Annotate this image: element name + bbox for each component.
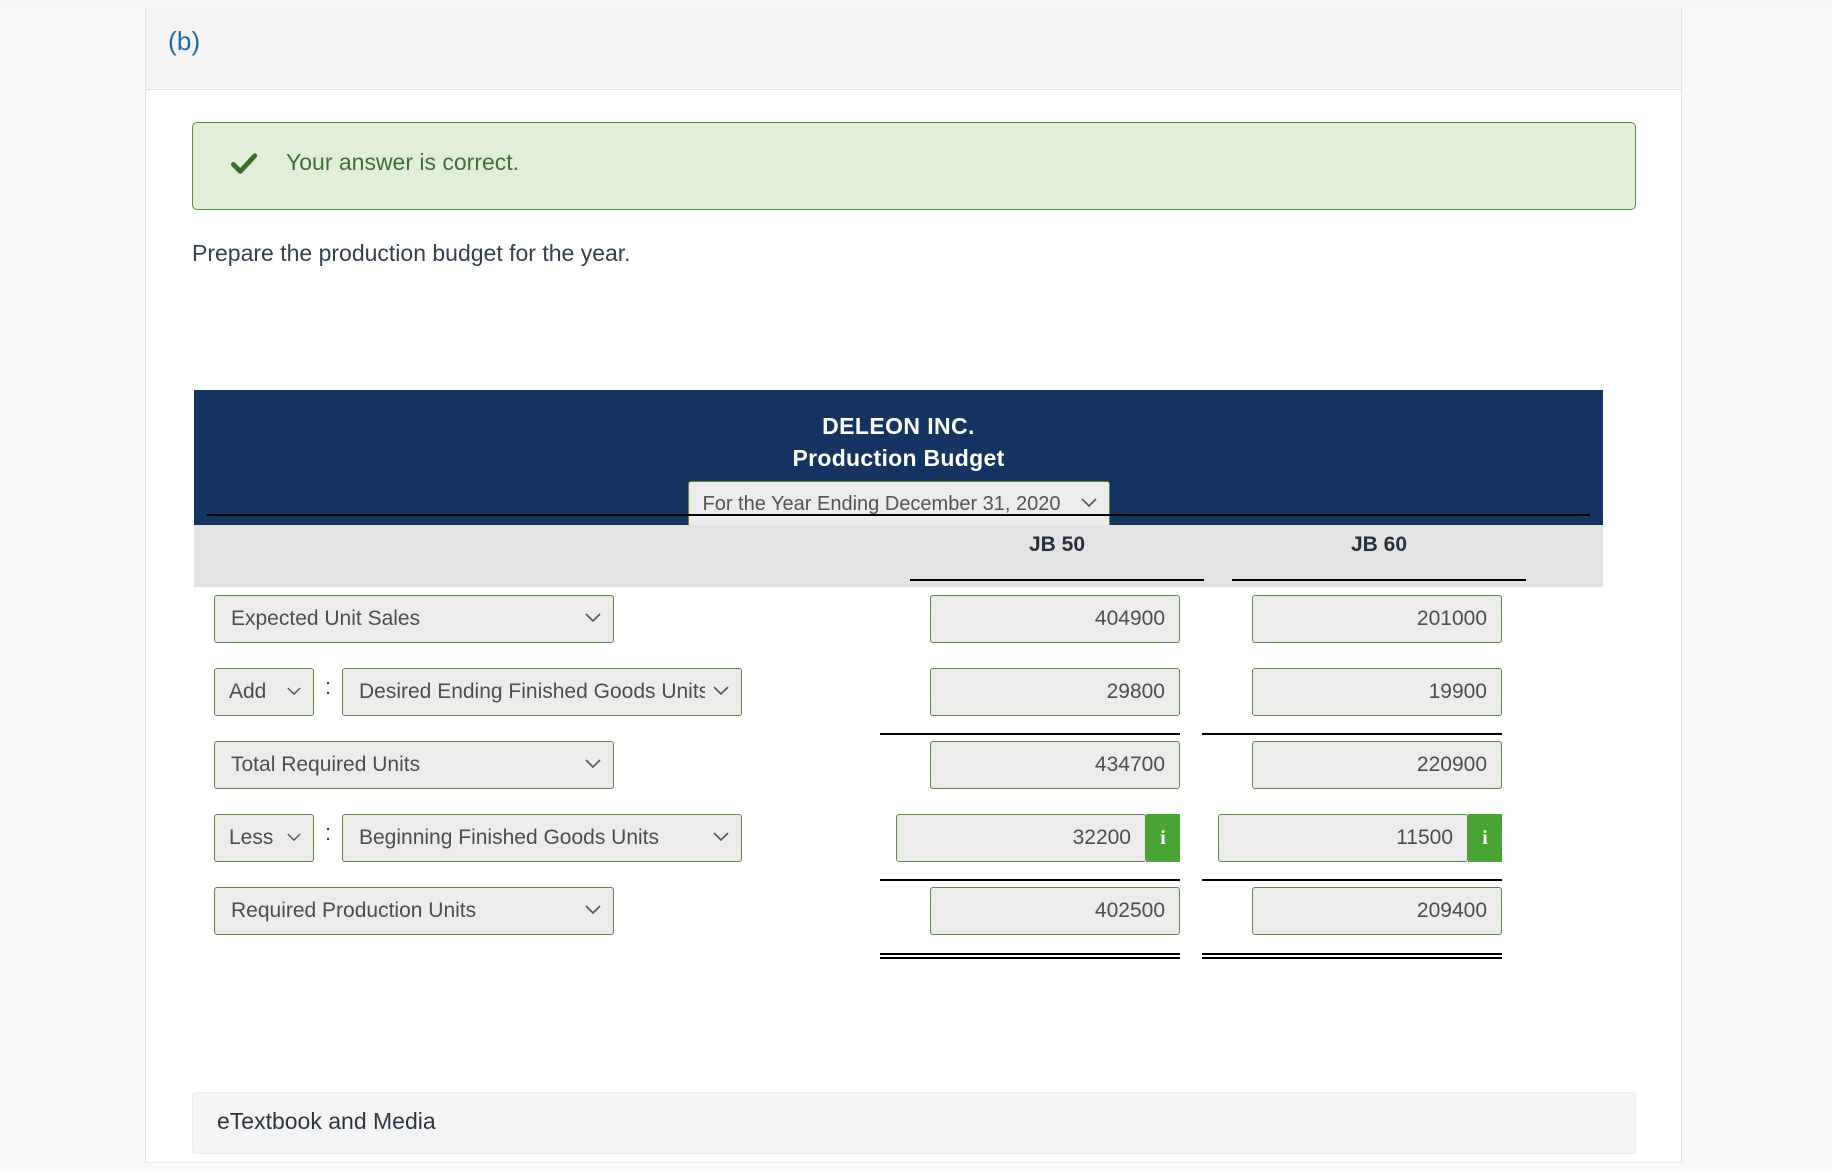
etextbook-label: eTextbook and Media (217, 1108, 436, 1134)
row-label-select-1[interactable]: Desired Ending Finished Goods Units (342, 668, 742, 716)
value-input-jb50-1[interactable] (930, 668, 1180, 716)
production-budget-table: DELEON INC. Production Budget For the Ye… (194, 390, 1603, 975)
value-input-jb60-3[interactable] (1218, 814, 1468, 862)
value-input-jb50-0[interactable] (930, 595, 1180, 643)
value-cell-jb50-2 (930, 741, 1180, 789)
report-title: Production Budget (792, 445, 1005, 471)
value-input-jb60-1[interactable] (1252, 668, 1502, 716)
feedback-message: Your answer is correct. (286, 149, 520, 175)
part-label: (b) (168, 26, 201, 56)
row-label-select-3[interactable]: Beginning Finished Goods Units (342, 814, 742, 862)
total-double-rule-jb50 (880, 953, 1180, 959)
value-cell-jb60-1 (1252, 668, 1502, 716)
value-input-jb60-2[interactable] (1252, 741, 1502, 789)
value-input-jb50-2[interactable] (930, 741, 1180, 789)
value-cell-jb50-1 (930, 668, 1180, 716)
row-label-select-2[interactable]: Total Required Units (214, 741, 614, 789)
value-cell-jb60-4 (1252, 887, 1502, 935)
part-header: (b) (146, 8, 1681, 90)
row-prefix-select-1[interactable]: Add (214, 668, 314, 716)
row-colon-3: : (325, 820, 332, 845)
table-row: Required Production Units (194, 879, 1603, 952)
company-name: DELEON INC. (822, 413, 975, 439)
value-input-jb60-4[interactable] (1252, 887, 1502, 935)
value-cell-jb50-3: i (896, 814, 1180, 862)
screen: (b) Your answer is correct. Prepare the … (0, 0, 1832, 1172)
table-row: Expected Unit Sales (194, 587, 1603, 660)
header-underline (207, 514, 1590, 516)
value-input-jb60-0[interactable] (1252, 595, 1502, 643)
row-colon-1: : (325, 674, 332, 699)
value-cell-jb60-2 (1252, 741, 1502, 789)
question-card: (b) Your answer is correct. Prepare the … (145, 8, 1682, 1163)
row-prefix-select-3[interactable]: Less (214, 814, 314, 862)
budget-rows: Expected Unit Sales 404900 201000 Add: … (194, 587, 1603, 975)
column-header-row: JB 50 JB 60 (194, 525, 1603, 587)
value-cell-jb50-4 (930, 887, 1180, 935)
budget-table-header: DELEON INC. Production Budget For the Ye… (194, 390, 1603, 527)
row-label-select-0[interactable]: Expected Unit Sales (214, 595, 614, 643)
value-input-jb50-4[interactable] (930, 887, 1180, 935)
value-input-jb50-3[interactable] (896, 814, 1146, 862)
row-label-select-4[interactable]: Required Production Units (214, 887, 614, 935)
instruction-text: Prepare the production budget for the ye… (192, 240, 631, 266)
top-strip (0, 0, 1832, 8)
column-header-jb50: JB 50 (1028, 533, 1086, 556)
column-header-rule-jb50 (910, 579, 1204, 581)
table-row: Add : Desired Ending Finished Goods Unit… (194, 660, 1603, 733)
period-select[interactable]: For the Year Ending December 31, 2020 (687, 481, 1110, 527)
check-icon (227, 147, 261, 181)
table-row: Total Required Units (194, 733, 1603, 806)
value-cell-jb60-0 (1252, 595, 1502, 643)
info-icon-jb60[interactable]: i (1468, 814, 1502, 862)
column-header-rule-jb60 (1232, 579, 1526, 581)
info-icon-jb50[interactable]: i (1146, 814, 1180, 862)
value-cell-jb50-0 (930, 595, 1180, 643)
column-header-jb60: JB 60 (1350, 533, 1408, 556)
value-cell-jb60-3: i (1218, 814, 1502, 862)
etextbook-and-media-button[interactable]: eTextbook and Media (192, 1092, 1636, 1154)
total-double-rule-jb60 (1202, 953, 1502, 959)
correct-answer-banner: Your answer is correct. (192, 122, 1636, 210)
table-row: Less : Beginning Finished Goods Units 32… (194, 806, 1603, 879)
